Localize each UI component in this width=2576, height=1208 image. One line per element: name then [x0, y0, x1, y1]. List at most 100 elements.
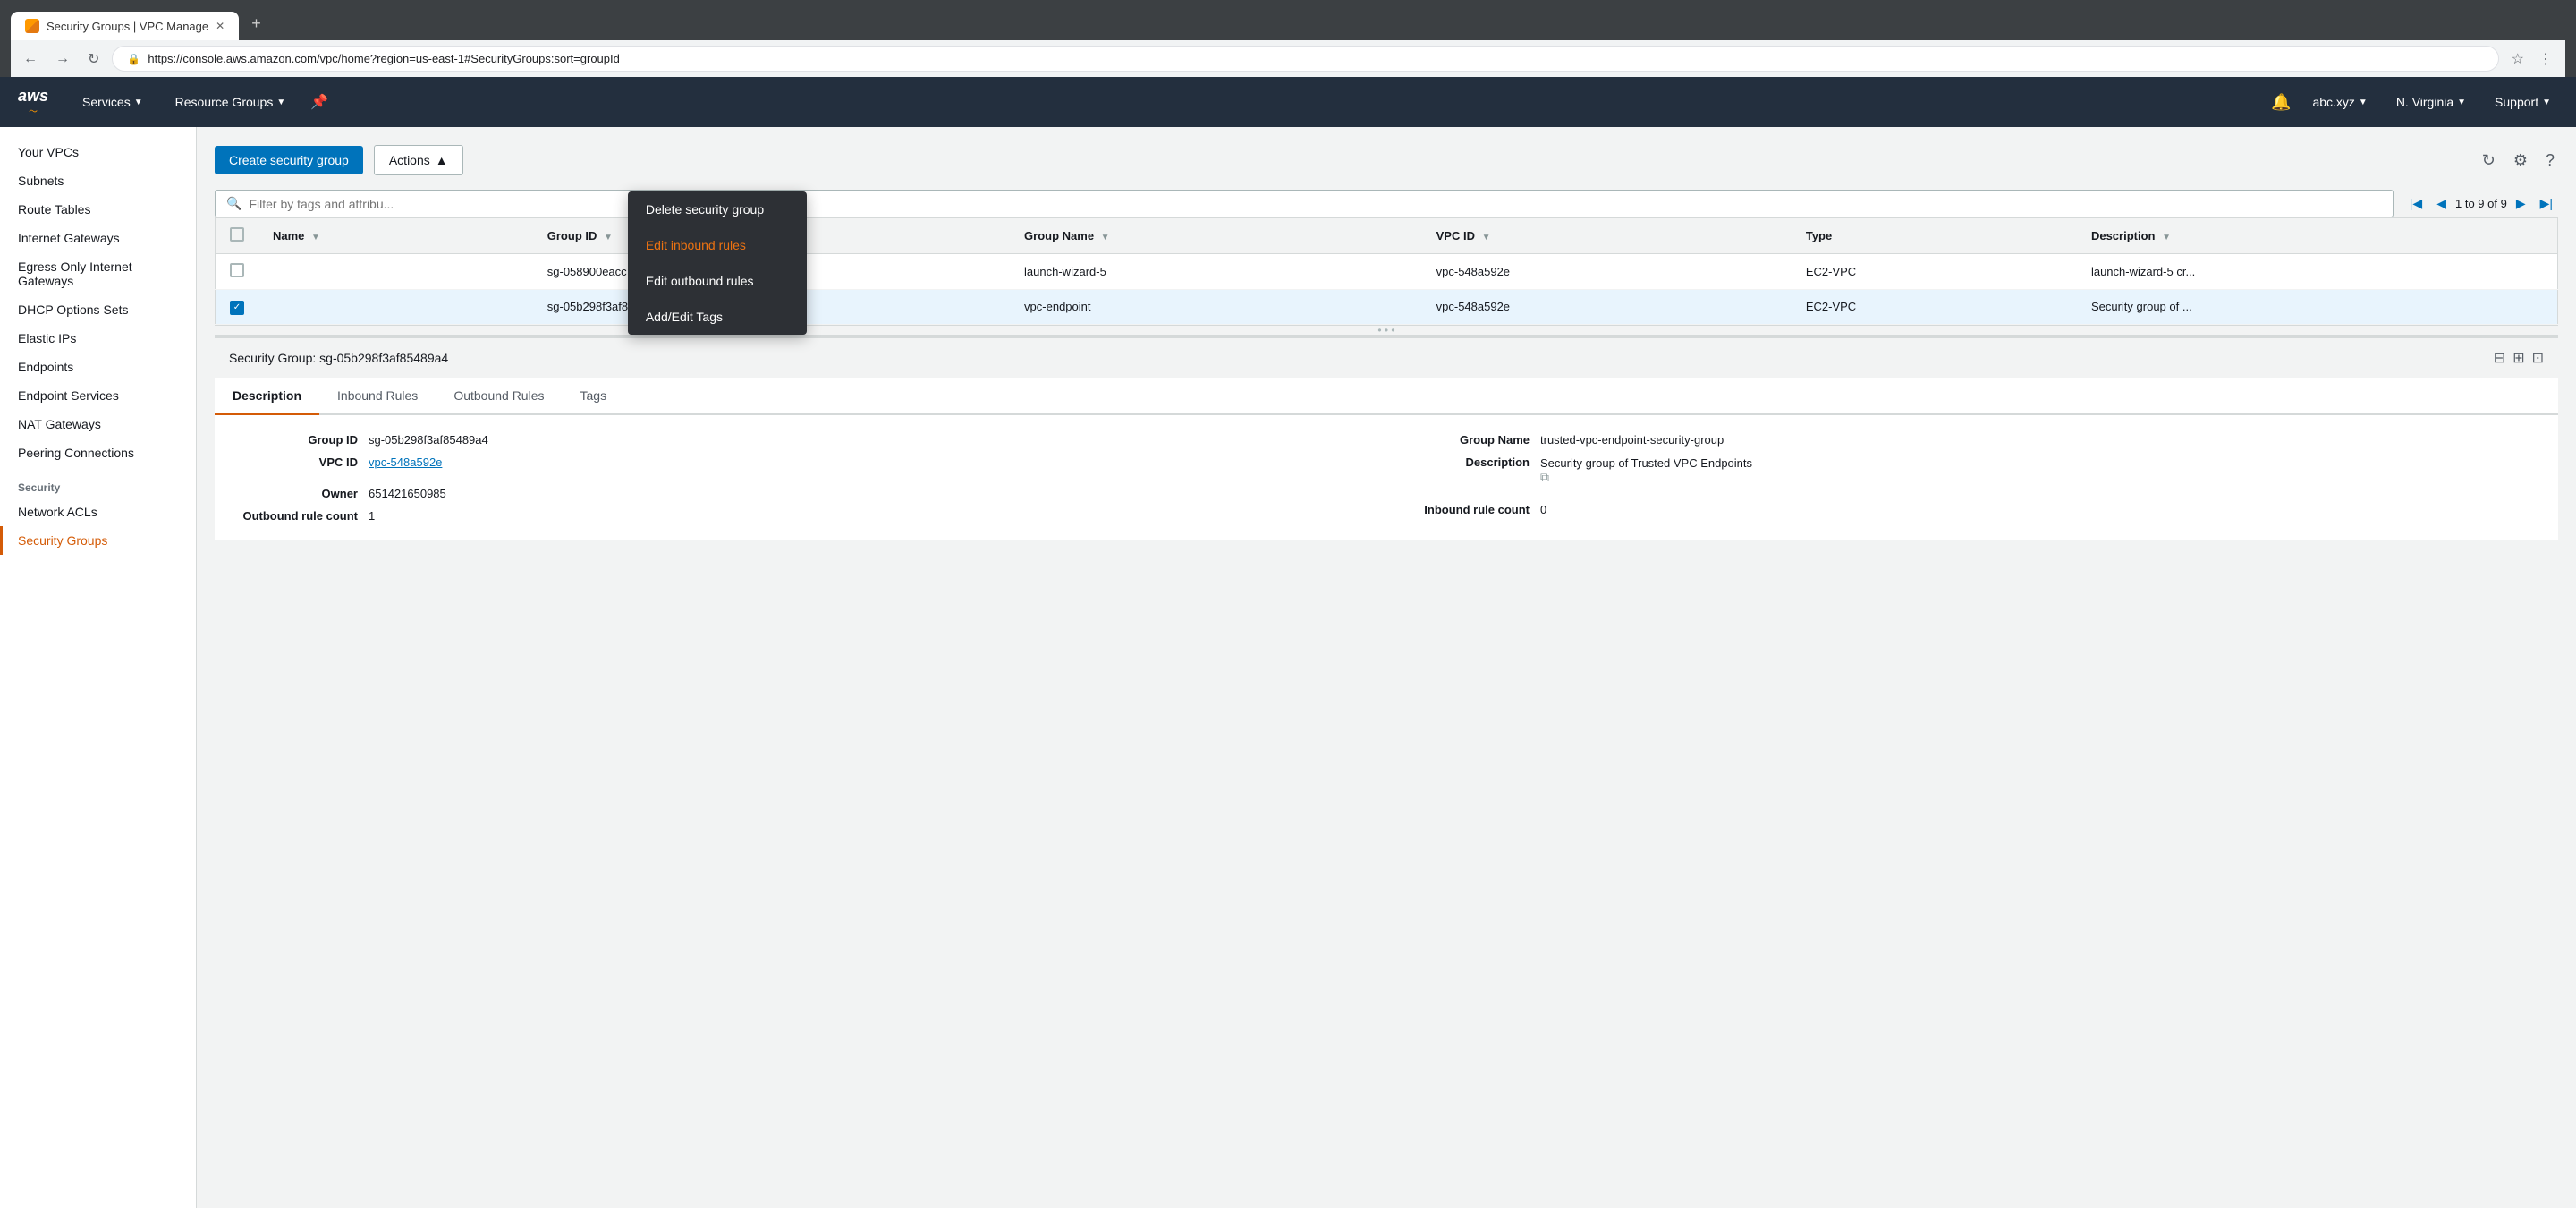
select-all-checkbox[interactable]: [230, 227, 244, 242]
copy-description-icon[interactable]: ⧉: [1540, 470, 1549, 484]
notification-bell-icon[interactable]: 🔔: [2271, 93, 2291, 112]
table-row[interactable]: ✓ sg-05b298f3af854... vpc-endpoint vpc-5…: [216, 290, 2558, 325]
settings-button[interactable]: ⚙: [2510, 148, 2531, 174]
vpc-id-link[interactable]: vpc-548a592e: [369, 455, 442, 469]
support-caret-icon: ▼: [2542, 98, 2551, 107]
detail-field-inbound-count: Inbound rule count 0: [1404, 503, 2540, 516]
sidebar-item-subnets[interactable]: Subnets: [0, 166, 196, 195]
group-name-label: Group Name: [1404, 433, 1530, 447]
address-bar[interactable]: 🔒 https://console.aws.amazon.com/vpc/hom…: [112, 46, 2498, 72]
security-groups-table: Name ▼ Group ID ▼ Group Name ▼ VPC ID ▼ …: [215, 217, 2558, 325]
description-label: Description: [1404, 455, 1530, 469]
row-checkbox-1[interactable]: [230, 263, 244, 277]
detail-fullscreen-icon[interactable]: ⊡: [2532, 349, 2544, 367]
detail-field-group-id: Group ID sg-05b298f3af85489a4: [233, 433, 1368, 447]
detail-content: Group ID sg-05b298f3af85489a4 VPC ID vpc…: [215, 415, 2558, 540]
sidebar-item-endpoints[interactable]: Endpoints: [0, 353, 196, 381]
services-label: Services: [82, 95, 131, 109]
help-button[interactable]: ?: [2542, 148, 2558, 174]
browser-menu-icon[interactable]: ⋮: [2533, 47, 2558, 72]
group-name-value: trusted-vpc-endpoint-security-group: [1540, 433, 1724, 447]
pagination-first-button[interactable]: |◀: [2404, 194, 2428, 213]
refresh-button[interactable]: ↻: [2479, 148, 2499, 174]
tab-inbound-rules[interactable]: Inbound Rules: [319, 378, 436, 415]
row-checkbox-cell[interactable]: ✓: [216, 290, 259, 325]
sidebar-item-elastic-ips[interactable]: Elastic IPs: [0, 324, 196, 353]
dropdown-item-edit-inbound[interactable]: Edit inbound rules: [628, 227, 807, 263]
detail-right-column: Group Name trusted-vpc-endpoint-security…: [1404, 433, 2540, 523]
back-button[interactable]: ←: [18, 47, 43, 71]
browser-tab[interactable]: Security Groups | VPC Manage ✕: [11, 12, 239, 40]
row-checkbox-2[interactable]: ✓: [230, 301, 244, 315]
sidebar-item-route-tables[interactable]: Route Tables: [0, 195, 196, 224]
sidebar-item-egress-gateways[interactable]: Egress Only Internet Gateways: [0, 252, 196, 295]
resize-handle[interactable]: • • •: [215, 325, 2558, 336]
create-security-group-button[interactable]: Create security group: [215, 146, 363, 174]
group-id-sort-icon: ▼: [604, 233, 613, 242]
search-pagination-row: 🔍 |◀ ◀ 1 to 9 of 9 ▶ ▶|: [215, 190, 2558, 217]
new-tab-button[interactable]: +: [241, 7, 272, 40]
row-checkbox-cell[interactable]: [216, 254, 259, 290]
search-input[interactable]: [249, 197, 2381, 211]
sidebar-item-nat-gateways[interactable]: NAT Gateways: [0, 410, 196, 438]
pin-icon[interactable]: 📌: [310, 93, 328, 111]
detail-panel-header: Security Group: sg-05b298f3af85489a4 ⊟ ⊞…: [215, 336, 2558, 378]
detail-expand-icon[interactable]: ⊞: [2512, 349, 2524, 367]
support-menu[interactable]: Support ▼: [2487, 91, 2558, 113]
detail-minimize-icon[interactable]: ⊟: [2494, 349, 2505, 367]
tab-favicon: [25, 19, 39, 33]
table-header-vpc-id[interactable]: VPC ID ▼: [1422, 218, 1792, 254]
group-id-value: sg-05b298f3af85489a4: [369, 433, 488, 447]
name-sort-icon: ▼: [311, 233, 320, 242]
inbound-count-label: Inbound rule count: [1404, 503, 1530, 516]
row-description-2: Security group of ...: [2077, 290, 2558, 325]
resource-groups-nav-item[interactable]: Resource Groups ▼: [168, 91, 293, 113]
table-header-checkbox[interactable]: [216, 218, 259, 254]
toolbar-right: ↻ ⚙ ?: [2479, 148, 2558, 174]
services-caret-icon: ▼: [134, 98, 143, 107]
sidebar-item-network-acls[interactable]: Network ACLs: [0, 498, 196, 526]
row-type-1: EC2-VPC: [1792, 254, 2077, 290]
pagination-last-button[interactable]: ▶|: [2535, 194, 2558, 213]
pagination-next-button[interactable]: ▶: [2511, 194, 2531, 213]
user-caret-icon: ▼: [2359, 98, 2368, 107]
user-menu[interactable]: abc.xyz ▼: [2305, 91, 2374, 113]
sidebar-item-peering[interactable]: Peering Connections: [0, 438, 196, 467]
tab-close-button[interactable]: ✕: [216, 20, 225, 32]
pagination-prev-button[interactable]: ◀: [2431, 194, 2452, 213]
dropdown-item-add-tags[interactable]: Add/Edit Tags: [628, 299, 807, 335]
table-header-group-name[interactable]: Group Name ▼: [1010, 218, 1422, 254]
table-header-name[interactable]: Name ▼: [258, 218, 533, 254]
reload-button[interactable]: ↻: [82, 47, 105, 72]
table-header-description[interactable]: Description ▼: [2077, 218, 2558, 254]
sidebar-item-dhcp[interactable]: DHCP Options Sets: [0, 295, 196, 324]
resource-groups-label: Resource Groups: [175, 95, 274, 109]
tab-outbound-rules[interactable]: Outbound Rules: [436, 378, 562, 415]
sidebar-item-internet-gateways[interactable]: Internet Gateways: [0, 224, 196, 252]
dropdown-item-edit-outbound[interactable]: Edit outbound rules: [628, 263, 807, 299]
region-menu[interactable]: N. Virginia ▼: [2389, 91, 2473, 113]
detail-field-description: Description Security group of Trusted VP…: [1404, 455, 2540, 485]
description-value: Security group of Trusted VPC Endpoints: [1540, 456, 1752, 470]
detail-field-vpc-id: VPC ID vpc-548a592e: [233, 455, 1368, 469]
tab-tags[interactable]: Tags: [563, 378, 625, 415]
content-area: Create security group Actions ▲ Delete s…: [197, 127, 2576, 1208]
forward-button[interactable]: →: [50, 47, 75, 71]
description-sort-icon: ▼: [2162, 233, 2171, 242]
row-vpc-id-1: vpc-548a592e: [1422, 254, 1792, 290]
actions-button[interactable]: Actions ▲: [374, 145, 463, 175]
sidebar-item-endpoint-services[interactable]: Endpoint Services: [0, 381, 196, 410]
bookmark-star-icon[interactable]: ☆: [2506, 47, 2529, 72]
services-nav-item[interactable]: Services ▼: [75, 91, 150, 113]
content-toolbar: Create security group Actions ▲ Delete s…: [215, 145, 2558, 175]
aws-logo[interactable]: aws 〜: [18, 88, 48, 117]
sidebar-item-security-groups[interactable]: Security Groups: [0, 526, 196, 555]
table-row[interactable]: sg-058900eacc7c... launch-wizard-5 vpc-5…: [216, 254, 2558, 290]
row-group-name-1: launch-wizard-5: [1010, 254, 1422, 290]
sidebar-item-your-vpcs[interactable]: Your VPCs: [0, 138, 196, 166]
dropdown-item-delete[interactable]: Delete security group: [628, 191, 807, 227]
actions-dropdown-menu: Delete security group Edit inbound rules…: [628, 191, 807, 335]
tab-title: Security Groups | VPC Manage: [47, 20, 208, 33]
description-value-container: Security group of Trusted VPC Endpoints …: [1540, 455, 1752, 485]
tab-description[interactable]: Description: [215, 378, 319, 415]
